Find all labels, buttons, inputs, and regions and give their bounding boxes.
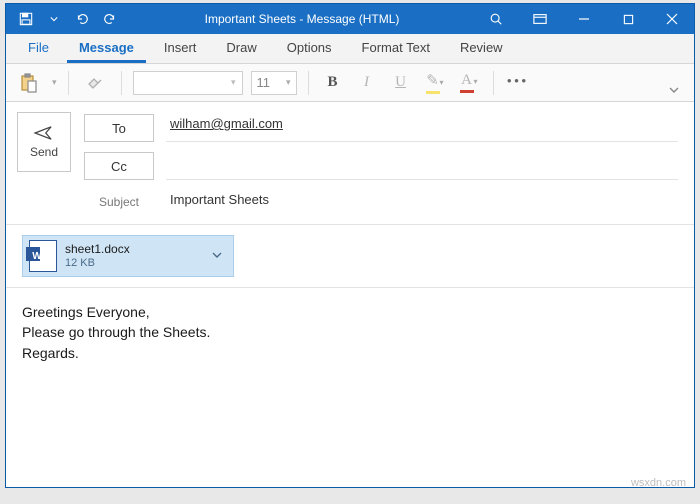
subject-field[interactable]: Important Sheets — [166, 190, 678, 214]
font-size-value: 11 — [257, 75, 271, 90]
tab-file[interactable]: File — [16, 34, 61, 63]
attachment-chip[interactable]: W sheet1.docx 12 KB — [22, 235, 234, 277]
maximize-button[interactable] — [606, 4, 650, 34]
attachment-filesize: 12 KB — [65, 257, 130, 270]
message-body[interactable]: Greetings Everyone, Please go through th… — [6, 288, 694, 487]
ribbon-display-options-icon[interactable] — [518, 4, 562, 34]
watermark: wsxdn.com — [631, 477, 686, 489]
font-color-button[interactable]: A▾ — [456, 72, 482, 93]
word-doc-icon: W — [29, 240, 57, 272]
send-icon — [33, 125, 55, 141]
ribbon-toolbar: ▾ ▾ 11▾ B I U ✎▾ A▾ ••• — [6, 64, 694, 102]
separator — [493, 71, 494, 95]
window-controls — [562, 4, 694, 34]
send-button[interactable]: Send — [17, 112, 71, 172]
search-icon[interactable] — [474, 4, 518, 34]
close-button[interactable] — [650, 4, 694, 34]
tab-message[interactable]: Message — [67, 34, 146, 63]
subject-label: Subject — [84, 195, 154, 209]
redo-icon[interactable] — [96, 4, 124, 34]
italic-button[interactable]: I — [354, 74, 380, 91]
window-title: Important Sheets - Message (HTML) — [130, 12, 474, 26]
more-commands-button[interactable]: ••• — [505, 74, 531, 91]
separator — [121, 71, 122, 95]
tab-format-text[interactable]: Format Text — [350, 34, 442, 63]
highlight-color-button[interactable]: ✎▾ — [422, 71, 448, 94]
attachment-filename: sheet1.docx — [65, 242, 130, 256]
outlook-compose-window: Important Sheets - Message (HTML) File M… — [5, 3, 695, 488]
underline-button[interactable]: U — [388, 74, 414, 91]
to-button[interactable]: To — [84, 114, 154, 142]
send-label: Send — [30, 145, 58, 159]
compose-header: Send To wilham@gmail.com Cc Subject Impo… — [6, 102, 694, 225]
cc-field[interactable] — [166, 152, 678, 180]
undo-icon[interactable] — [68, 4, 96, 34]
attachment-info: sheet1.docx 12 KB — [65, 242, 130, 270]
attachments-area: W sheet1.docx 12 KB — [6, 225, 694, 288]
tab-draw[interactable]: Draw — [214, 34, 268, 63]
quick-access-toolbar — [6, 4, 130, 34]
to-field[interactable]: wilham@gmail.com — [166, 114, 678, 142]
collapse-ribbon-icon[interactable] — [662, 80, 686, 101]
paste-icon[interactable] — [14, 68, 44, 98]
save-icon[interactable] — [12, 4, 40, 34]
minimize-button[interactable] — [562, 4, 606, 34]
title-suffix: - Message (HTML) — [296, 12, 399, 26]
tab-options[interactable]: Options — [275, 34, 344, 63]
bold-button[interactable]: B — [320, 74, 346, 91]
format-painter-icon[interactable] — [80, 68, 110, 98]
tab-insert[interactable]: Insert — [152, 34, 209, 63]
ribbon-tabs: File Message Insert Draw Options Format … — [6, 34, 694, 64]
separator — [68, 71, 69, 95]
font-size-selector[interactable]: 11▾ — [251, 71, 297, 95]
attachment-menu-icon[interactable] — [207, 249, 227, 264]
title-docname: Important Sheets — [205, 12, 296, 26]
title-bar: Important Sheets - Message (HTML) — [6, 4, 694, 34]
cc-button[interactable]: Cc — [84, 152, 154, 180]
tab-review[interactable]: Review — [448, 34, 515, 63]
separator — [308, 71, 309, 95]
qat-dropdown-icon[interactable] — [40, 4, 68, 34]
font-name-selector[interactable]: ▾ — [133, 71, 243, 95]
